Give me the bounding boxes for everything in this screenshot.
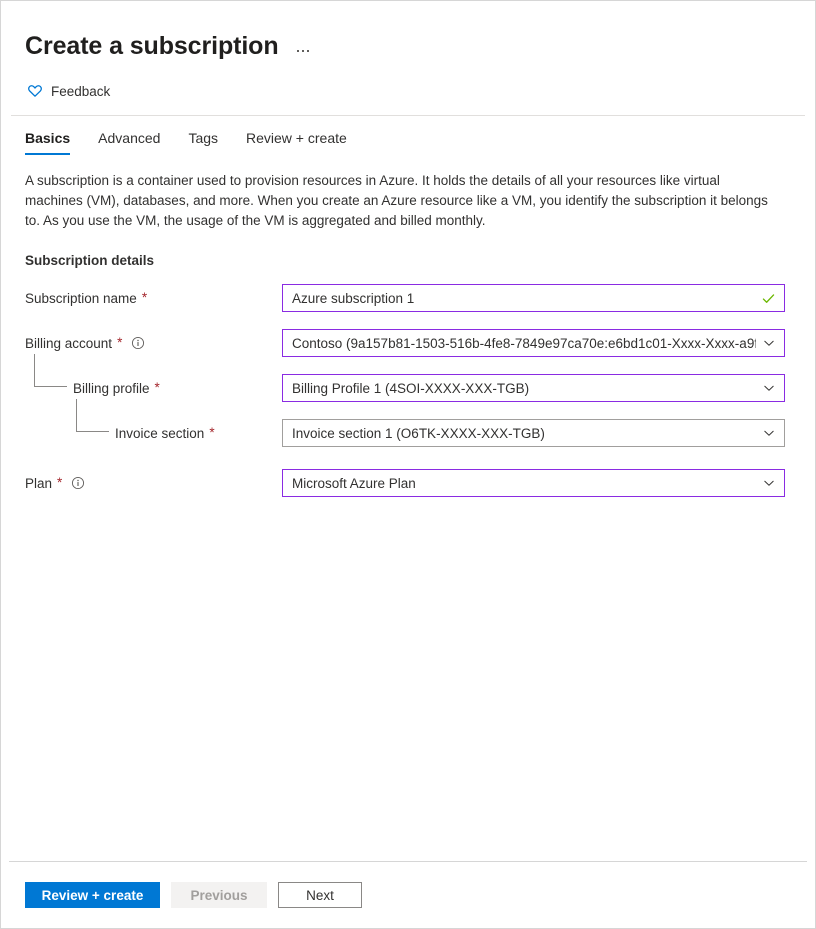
feedback-label: Feedback [51,84,110,99]
label-text: Plan [25,476,52,491]
ellipsis-dot [302,50,305,53]
required-asterisk: * [155,381,160,395]
tab-advanced[interactable]: Advanced [98,126,160,155]
billing-account-select[interactable]: Contoso (9a157b81-1503-516b-4fe8-7849e97… [282,329,785,357]
ellipsis-dot [297,50,300,53]
chevron-down-icon [762,381,776,395]
blade-footer: Review + create Previous Next [1,862,815,928]
label-billing-profile: Billing profile * [25,381,282,396]
check-icon [761,291,776,306]
info-icon[interactable] [131,336,145,350]
command-bar: Feedback [1,61,815,103]
billing-profile-select[interactable]: Billing Profile 1 (4SOI-XXXX-XXX-TGB) [282,374,785,402]
invoice-section-value: Invoice section 1 (O6TK-XXXX-XXX-TGB) [292,426,756,441]
next-button[interactable]: Next [278,882,362,908]
field-wrap-plan: Microsoft Azure Plan [282,469,785,497]
tab-review-create[interactable]: Review + create [246,126,347,155]
required-asterisk: * [209,426,214,440]
label-text: Invoice section [115,426,204,441]
form-row-plan: Plan * Microsoft Azure Plan [25,469,791,497]
required-asterisk: * [57,476,62,490]
tree-connector [76,399,109,432]
blade-body: A subscription is a container used to pr… [1,155,815,861]
heart-icon [27,83,43,99]
form-row-subscription-name: Subscription name * [25,284,791,312]
more-options-button[interactable] [295,33,312,59]
billing-profile-value: Billing Profile 1 (4SOI-XXXX-XXX-TGB) [292,381,756,396]
ellipsis-dot [307,50,310,53]
form-row-billing-profile: Billing profile * Billing Profile 1 (4SO… [25,374,791,402]
invoice-section-select[interactable]: Invoice section 1 (O6TK-XXXX-XXX-TGB) [282,419,785,447]
subscription-name-field[interactable] [282,284,785,312]
field-wrap-invoice-section: Invoice section 1 (O6TK-XXXX-XXX-TGB) [282,419,785,447]
chevron-down-icon [762,426,776,440]
form-row-invoice-section: Invoice section * Invoice section 1 (O6T… [25,419,791,447]
create-subscription-blade: Create a subscription Feedback Basics Ad… [0,0,816,929]
label-text: Billing profile [73,381,150,396]
tree-connector [34,354,67,387]
chevron-down-icon [762,476,776,490]
tab-basics[interactable]: Basics [25,126,70,155]
label-billing-account: Billing account * [25,336,282,351]
field-wrap-billing-account: Contoso (9a157b81-1503-516b-4fe8-7849e97… [282,329,785,357]
previous-button: Previous [171,882,267,908]
page-title: Create a subscription [25,31,279,61]
subscription-name-input[interactable] [292,285,755,311]
label-text: Subscription name [25,291,137,306]
section-title-subscription-details: Subscription details [25,253,791,268]
info-icon[interactable] [71,476,85,490]
label-invoice-section: Invoice section * [25,426,282,441]
feedback-button[interactable]: Feedback [25,79,112,103]
label-text: Billing account [25,336,112,351]
field-wrap-billing-profile: Billing Profile 1 (4SOI-XXXX-XXX-TGB) [282,374,785,402]
blade-header: Create a subscription [1,1,815,61]
billing-account-value: Contoso (9a157b81-1503-516b-4fe8-7849e97… [292,336,756,351]
plan-value: Microsoft Azure Plan [292,476,756,491]
plan-select[interactable]: Microsoft Azure Plan [282,469,785,497]
required-asterisk: * [117,336,122,350]
intro-text: A subscription is a container used to pr… [25,171,773,231]
chevron-down-icon [762,336,776,350]
form-row-billing-account: Billing account * Contoso (9a157b81-1503… [25,329,791,357]
title-row: Create a subscription [25,31,791,61]
required-asterisk: * [142,291,147,305]
review-create-button[interactable]: Review + create [25,882,160,908]
label-subscription-name: Subscription name * [25,291,282,306]
field-wrap-subscription-name [282,284,785,312]
label-plan: Plan * [25,476,282,491]
tab-list: Basics Advanced Tags Review + create [1,116,815,155]
tab-tags[interactable]: Tags [188,126,218,155]
